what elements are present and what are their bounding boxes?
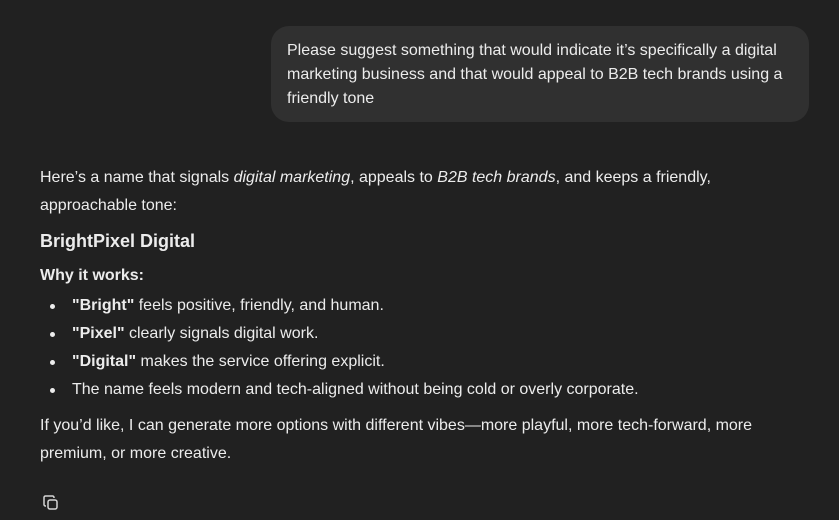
intro-emphasis-1: digital marketing	[233, 169, 351, 186]
reason-list: "Bright" feels positive, friendly, and h…	[40, 292, 810, 404]
reason-item: "Pixel" clearly signals digital work.	[50, 320, 810, 348]
reason-text: The name feels modern and tech-aligned w…	[72, 381, 639, 398]
intro-emphasis-2: B2B tech brands	[437, 169, 556, 186]
reply-closing: If you’d like, I can generate more optio…	[40, 417, 753, 462]
user-message-text: Please suggest something that would indi…	[287, 42, 783, 107]
reason-item: "Digital" makes the service offering exp…	[50, 348, 810, 376]
reason-item: The name feels modern and tech-aligned w…	[50, 376, 810, 404]
copy-icon	[43, 495, 58, 510]
reason-text: feels positive, friendly, and human.	[134, 297, 384, 314]
reason-term: "Bright"	[72, 297, 135, 314]
reason-term: "Pixel"	[72, 325, 125, 342]
why-it-works-heading: Why it works:	[40, 267, 145, 284]
assistant-reply: Here’s a name that signals digital marke…	[40, 164, 810, 468]
intro-text-1: Here’s a name that signals	[40, 169, 234, 186]
reason-term: "Digital"	[72, 353, 137, 370]
reason-text: makes the service offering explicit.	[136, 353, 385, 370]
copy-button[interactable]	[40, 492, 62, 514]
suggested-name-heading: BrightPixel Digital	[40, 231, 196, 251]
reason-item: "Bright" feels positive, friendly, and h…	[50, 292, 810, 320]
intro-text-2: , appeals to	[350, 169, 438, 186]
reply-intro: Here’s a name that signals digital marke…	[40, 164, 810, 220]
reason-text: clearly signals digital work.	[124, 325, 319, 342]
user-message-bubble: Please suggest something that would indi…	[271, 26, 809, 122]
chat-page: Please suggest something that would indi…	[0, 0, 839, 520]
